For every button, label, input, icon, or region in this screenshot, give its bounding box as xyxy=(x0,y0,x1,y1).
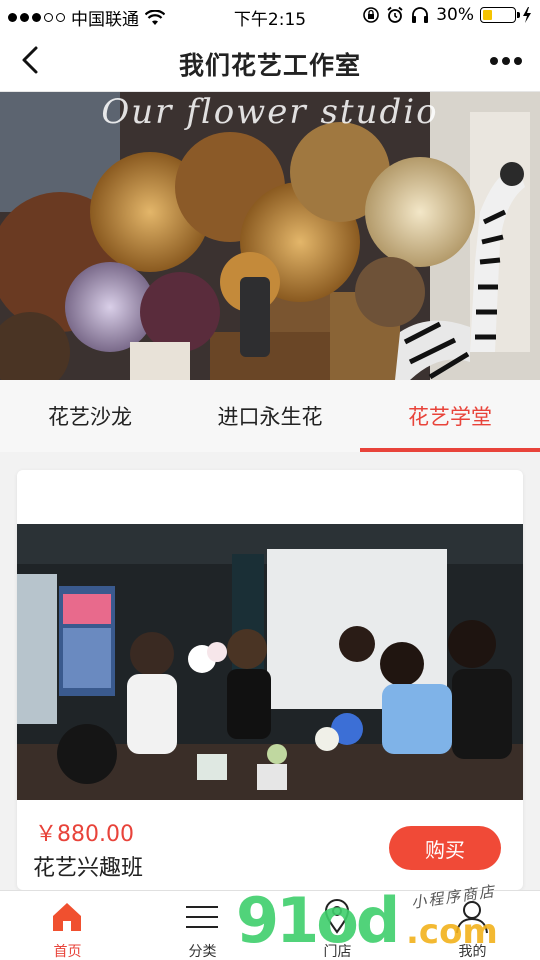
tabbar-label-category: 分类 xyxy=(188,944,217,960)
status-right: 30% xyxy=(362,5,532,25)
tabbar-item-mine[interactable]: 我的 xyxy=(405,891,540,960)
tabbar-label-store: 门店 xyxy=(323,944,352,960)
status-bar: 中国联通 下午2:15 30% xyxy=(0,0,540,30)
page-title: 我们花艺工作室 xyxy=(178,51,361,80)
buy-button[interactable]: 购买 xyxy=(389,826,501,870)
battery-fill xyxy=(483,10,492,20)
product-price: ￥880.00 xyxy=(35,822,134,847)
user-icon xyxy=(452,897,492,937)
more-dot-icon xyxy=(514,57,522,65)
rotation-lock-icon xyxy=(363,7,380,23)
tab-imported-preserved-flowers[interactable]: 进口永生花 xyxy=(180,380,360,452)
more-dot-icon xyxy=(502,57,510,65)
banner-image[interactable]: Our flower studio xyxy=(0,92,540,380)
tabbar-item-category[interactable]: 分类 xyxy=(135,891,270,960)
home-icon xyxy=(47,897,87,937)
menu-icon xyxy=(182,897,222,937)
alarm-icon xyxy=(387,6,403,23)
class-photo xyxy=(17,524,523,800)
tabbar-item-home[interactable]: 首页 xyxy=(0,891,135,960)
bottom-tab-bar: 首页 分类 门店 我的 xyxy=(0,890,540,960)
product-card[interactable]: ￥880.00 花艺兴趣班 购买 xyxy=(17,470,523,890)
nav-bar: 我们花艺工作室 xyxy=(0,30,540,92)
tabbar-label-mine: 我的 xyxy=(458,944,487,960)
tabbar-label-home: 首页 xyxy=(53,944,82,960)
more-button[interactable] xyxy=(486,44,526,78)
tab-flower-salon[interactable]: 花艺沙龙 xyxy=(0,380,180,452)
headphones-icon xyxy=(412,7,429,23)
page: 中国联通 下午2:15 30% 我们花艺工作室 Our flower studi… xyxy=(0,0,540,960)
more-dot-icon xyxy=(490,57,498,65)
battery-percent: 30% xyxy=(436,5,474,25)
tabbar-item-store[interactable]: 门店 xyxy=(270,891,405,960)
category-tabs: 花艺沙龙 进口永生花 花艺学堂 xyxy=(0,380,540,452)
product-image[interactable] xyxy=(17,524,523,800)
location-icon xyxy=(317,897,357,937)
banner-script-text: Our flower studio xyxy=(101,92,439,132)
charging-icon xyxy=(523,7,531,23)
back-chevron-icon xyxy=(22,46,38,74)
tab-flower-school[interactable]: 花艺学堂 xyxy=(360,380,540,452)
flower-shop-photo xyxy=(0,92,540,380)
product-name[interactable]: 花艺兴趣班 xyxy=(33,850,143,882)
back-button[interactable] xyxy=(12,42,48,78)
battery-icon xyxy=(480,7,520,23)
